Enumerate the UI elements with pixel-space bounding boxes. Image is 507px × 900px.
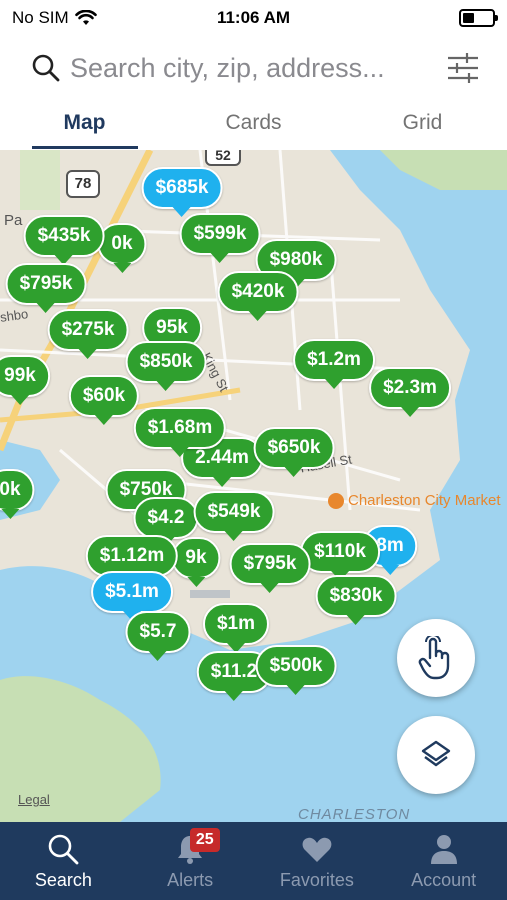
nav-account-label: Account xyxy=(411,870,477,890)
price-pin[interactable]: $1m xyxy=(202,603,270,653)
partial-label-pa: Pa xyxy=(4,212,23,229)
wifi-icon xyxy=(74,10,97,25)
price-pin[interactable]: $4.2 xyxy=(133,497,199,547)
price-pin[interactable]: $830k xyxy=(315,575,397,625)
map-layers-button[interactable] xyxy=(397,716,475,794)
nav-search-label: Search xyxy=(34,870,92,890)
poi-city-market: Charleston City Market xyxy=(328,492,501,509)
battery-icon xyxy=(459,9,498,27)
nav-alerts-label: Alerts xyxy=(167,870,214,890)
price-pin[interactable]: $435k xyxy=(23,215,105,265)
city-label-charleston: CHARLESTON xyxy=(298,806,411,822)
price-pin[interactable]: $650k xyxy=(253,427,335,477)
nav-alerts[interactable]: 25 Alerts xyxy=(127,822,254,900)
nav-search[interactable]: Search xyxy=(0,822,127,900)
heart-icon xyxy=(302,837,332,862)
filter-sliders-icon[interactable] xyxy=(445,50,481,86)
draw-search-button[interactable] xyxy=(397,619,475,697)
price-pin[interactable]: $110k xyxy=(300,531,380,581)
highway-shield-78: 78 xyxy=(66,170,100,198)
nav-favorites-label: Favorites xyxy=(279,870,354,890)
price-pin[interactable]: $850k xyxy=(125,341,207,391)
hand-pointer-icon xyxy=(418,636,450,680)
active-tab-indicator xyxy=(32,146,138,149)
tab-cards[interactable]: Cards xyxy=(169,104,338,150)
price-pin[interactable]: $1.2m xyxy=(293,339,375,389)
price-pin[interactable]: $60k xyxy=(68,375,140,425)
price-pin[interactable]: $5.7 xyxy=(125,611,191,661)
highway-shield-52: 52 xyxy=(205,150,241,166)
price-pin[interactable]: $420k xyxy=(217,271,299,321)
search-input[interactable]: Search city, zip, address... xyxy=(70,53,435,84)
search-icon xyxy=(32,54,60,82)
price-pin[interactable]: $5.1m xyxy=(91,571,173,621)
price-pin[interactable]: $795k xyxy=(5,263,87,313)
price-pin[interactable]: 0k xyxy=(97,223,147,273)
carrier-label: No SIM xyxy=(12,8,69,27)
shopping-icon xyxy=(328,492,344,509)
price-pin[interactable]: $1.68m xyxy=(133,407,227,457)
alerts-count-badge: 25 xyxy=(189,828,220,852)
tab-map[interactable]: Map xyxy=(0,104,169,150)
price-pin[interactable]: $795k xyxy=(229,543,311,593)
person-icon xyxy=(430,835,457,864)
legal-link[interactable]: Legal xyxy=(18,792,50,807)
price-pin[interactable]: $685k xyxy=(141,167,223,217)
price-pin[interactable]: $2.3m xyxy=(369,367,451,417)
nav-account[interactable]: Account xyxy=(380,822,507,900)
price-pin[interactable]: $549k xyxy=(193,491,275,541)
map-view[interactable]: 78 52 King St Hasell St Pa shbo Charlest… xyxy=(0,150,507,822)
search-bar[interactable]: Search city, zip, address... xyxy=(0,40,507,96)
tab-grid[interactable]: Grid xyxy=(338,104,507,150)
view-tabs: Map Cards Grid xyxy=(0,104,507,150)
layers-icon xyxy=(421,740,451,767)
bottom-navigation: Search 25 Alerts Favorites Account xyxy=(0,822,507,900)
search-icon xyxy=(49,834,79,865)
price-pin[interactable]: $275k xyxy=(47,309,129,359)
price-pin[interactable]: 9k xyxy=(171,537,221,587)
price-pin[interactable]: 99k xyxy=(0,355,50,405)
nav-favorites[interactable]: Favorites xyxy=(254,822,381,900)
price-pin[interactable]: $500k xyxy=(255,645,337,695)
price-pin[interactable]: $599k xyxy=(179,213,261,263)
status-bar: No SIM 11:06 AM xyxy=(0,0,507,36)
